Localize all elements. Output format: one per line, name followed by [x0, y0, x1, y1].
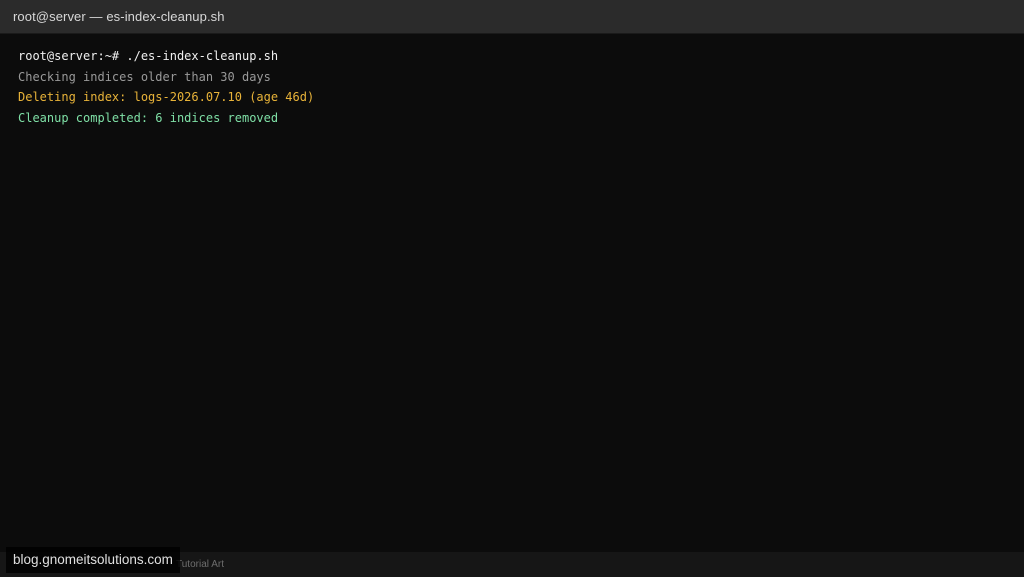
terminal-window: root@server — es-index-cleanup.sh root@s…	[0, 0, 1024, 577]
output-line-success: Cleanup completed: 6 indices removed	[18, 110, 279, 125]
output-line-warning: Deleting index: logs-2026.07.10 (age 46d…	[18, 90, 315, 104]
output-line-info: Checking indices older than 30 days	[18, 69, 271, 84]
command-line: root@server:~# ./es-index-cleanup.sh	[18, 49, 279, 63]
watermark: blog.gnomeitsolutions.com	[6, 547, 180, 573]
footer-caption: Tutorial Art	[176, 559, 224, 570]
terminal-output[interactable]: root@server:~# ./es-index-cleanup.sh Che…	[0, 34, 1024, 552]
window-title: root@server — es-index-cleanup.sh	[13, 9, 225, 24]
title-bar[interactable]: root@server — es-index-cleanup.sh	[0, 0, 1024, 34]
